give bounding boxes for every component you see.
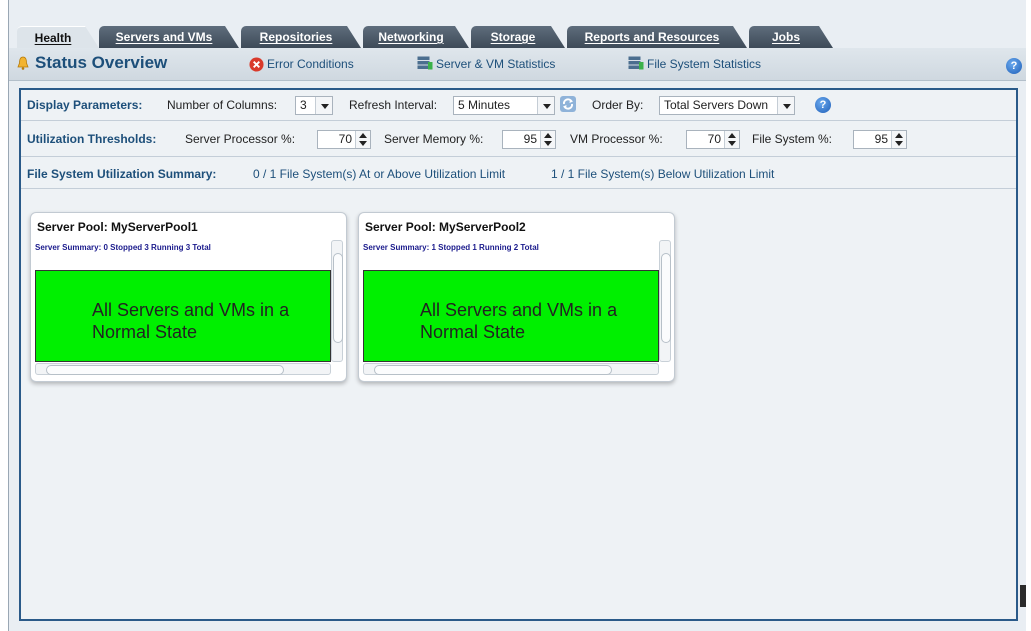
server-vm-statistics-link[interactable]: Server & VM Statistics — [436, 57, 555, 71]
file-system-stepper[interactable]: 95 — [853, 130, 907, 149]
order-by-select[interactable]: Total Servers Down — [659, 96, 795, 115]
server-memory-label: Server Memory %: — [384, 132, 484, 146]
horizontal-scrollbar[interactable] — [363, 363, 659, 375]
status-text: All Servers and VMs in a Normal State — [92, 300, 290, 342]
order-by-label: Order By: — [592, 98, 644, 112]
spinner-icon[interactable] — [724, 131, 739, 148]
help-icon[interactable]: ? — [1006, 58, 1022, 74]
columns-label: Number of Columns: — [167, 98, 278, 112]
status-panel: Display Parameters: Number of Columns: 3… — [19, 88, 1018, 621]
order-by-value: Total Servers Down — [664, 98, 769, 112]
tab-servers-and-vms[interactable]: Servers and VMs — [99, 26, 239, 48]
tab-networking[interactable]: Networking — [363, 26, 469, 48]
server-summary: Server Summary: 0 Stopped 3 Running 3 To… — [35, 243, 211, 252]
chevron-down-icon — [315, 97, 332, 114]
header-bar: Status Overview Error Conditions Server … — [9, 48, 1026, 81]
refresh-interval-select[interactable]: 5 Minutes — [453, 96, 555, 115]
tab-label: Jobs — [771, 30, 800, 44]
page-title: Status Overview — [35, 53, 168, 72]
tab-bar: Health Servers and VMs Repositories Netw… — [9, 22, 1026, 48]
spinner-icon[interactable] — [540, 131, 555, 148]
refresh-icon[interactable] — [559, 95, 577, 113]
server-processor-stepper[interactable]: 70 — [317, 130, 371, 149]
tab-label: Servers and VMs — [115, 30, 213, 44]
utilization-thresholds-row: Utilization Thresholds: Server Processor… — [21, 121, 1016, 157]
chevron-down-icon — [777, 97, 794, 114]
spinner-icon[interactable] — [355, 131, 370, 148]
status-text: All Servers and VMs in a Normal State — [420, 300, 618, 342]
display-parameters-row: Display Parameters: Number of Columns: 3… — [21, 90, 1016, 121]
server-memory-stepper[interactable]: 95 — [502, 130, 556, 149]
tab-label: Health — [34, 31, 72, 45]
file-system-statistics-link[interactable]: File System Statistics — [647, 57, 761, 71]
status-tile: All Servers and VMs in a Normal State — [363, 270, 659, 362]
vm-processor-stepper[interactable]: 70 — [686, 130, 740, 149]
server-memory-value: 95 — [523, 132, 537, 146]
tab-health[interactable]: Health — [17, 26, 99, 48]
bell-icon — [17, 56, 29, 70]
tab-label: Networking — [378, 30, 444, 44]
tab-label: Storage — [490, 30, 536, 44]
horizontal-scrollbar[interactable] — [35, 363, 331, 375]
tab-label: Reports and Resources — [584, 30, 720, 44]
server-processor-value: 70 — [338, 132, 352, 146]
display-parameters-label: Display Parameters: — [27, 98, 143, 112]
status-tile: All Servers and VMs in a Normal State — [35, 270, 331, 362]
utilization-thresholds-label: Utilization Thresholds: — [27, 132, 157, 146]
vm-processor-value: 70 — [707, 132, 721, 146]
error-conditions-link[interactable]: Error Conditions — [267, 57, 354, 71]
server-pool-card: Server Pool: MyServerPool2 Server Summar… — [358, 212, 675, 382]
scroll-thumb[interactable] — [46, 365, 284, 375]
help-icon[interactable]: ? — [815, 97, 831, 113]
fs-above-limit-link[interactable]: 0 / 1 File System(s) At or Above Utiliza… — [253, 167, 505, 181]
app-window: Health Servers and VMs Repositories Netw… — [8, 0, 1026, 631]
spinner-icon[interactable] — [891, 131, 906, 148]
tab-reports-and-resources[interactable]: Reports and Resources — [567, 26, 747, 48]
columns-value: 3 — [300, 98, 307, 112]
tab-label: Repositories — [259, 30, 333, 44]
server-pool-card: Server Pool: MyServerPool1 Server Summar… — [30, 212, 347, 382]
scroll-thumb[interactable] — [333, 253, 343, 343]
splitter-handle[interactable] — [1020, 585, 1026, 607]
fs-summary-label: File System Utilization Summary: — [27, 167, 217, 181]
vertical-scrollbar[interactable] — [659, 240, 671, 362]
chevron-down-icon — [537, 97, 554, 114]
tab-jobs[interactable]: Jobs — [749, 26, 833, 48]
server-pool-title: Server Pool: MyServerPool1 — [37, 220, 198, 234]
scroll-thumb[interactable] — [661, 253, 671, 343]
file-system-value: 95 — [874, 132, 888, 146]
scroll-thumb[interactable] — [374, 365, 612, 375]
refresh-interval-value: 5 Minutes — [458, 98, 511, 112]
server-pool-title: Server Pool: MyServerPool2 — [365, 220, 526, 234]
tab-repositories[interactable]: Repositories — [241, 26, 361, 48]
file-system-label: File System %: — [752, 132, 833, 146]
refresh-interval-label: Refresh Interval: — [349, 98, 438, 112]
server-summary: Server Summary: 1 Stopped 1 Running 2 To… — [363, 243, 539, 252]
vm-processor-label: VM Processor %: — [570, 132, 663, 146]
fs-summary-row: File System Utilization Summary: 0 / 1 F… — [21, 157, 1016, 189]
vertical-scrollbar[interactable] — [331, 240, 343, 362]
file-system-stats-icon — [628, 56, 644, 70]
server-stats-icon — [417, 56, 433, 70]
tab-storage[interactable]: Storage — [471, 26, 565, 48]
columns-select[interactable]: 3 — [295, 96, 333, 115]
fs-below-limit-link[interactable]: 1 / 1 File System(s) Below Utilization L… — [551, 167, 774, 181]
server-processor-label: Server Processor %: — [185, 132, 296, 146]
error-icon — [249, 57, 264, 72]
